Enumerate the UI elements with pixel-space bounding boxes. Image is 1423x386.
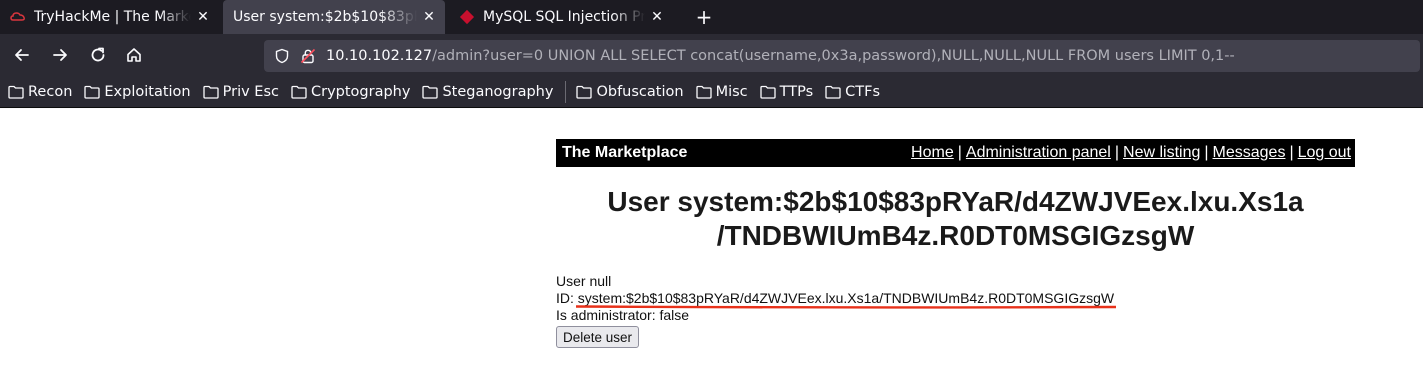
close-icon[interactable]: ✕ bbox=[195, 9, 211, 25]
nav-separator: | bbox=[957, 144, 962, 161]
nav-separator: | bbox=[1114, 144, 1120, 161]
new-tab-button[interactable]: + bbox=[687, 0, 721, 34]
site-nav: Home | Administration panel | New listing | Me… bbox=[911, 144, 1351, 162]
page-content: The Marketplace Home | Administration pane… bbox=[0, 109, 1423, 386]
folder-icon bbox=[291, 85, 307, 99]
bookmark-label: Cryptography bbox=[310, 83, 411, 100]
nav-link-home[interactable]: Home bbox=[911, 144, 954, 161]
tab-strip: TryHackMe | The Marketplace ✕ User syste… bbox=[0, 0, 1423, 34]
navigation-toolbar: 10.10.102.127/admin?user=0 UNION ALL SEL… bbox=[0, 34, 1423, 76]
bookmark-folder-ttps[interactable]: TTPs bbox=[759, 83, 814, 100]
bookmark-label: Recon bbox=[28, 83, 73, 100]
bookmark-label: Steganography bbox=[442, 83, 554, 100]
bookmark-label: Obfuscation bbox=[596, 83, 684, 100]
tryhackme-icon bbox=[10, 12, 25, 21]
user-admin-line: Is administrator: false bbox=[556, 307, 690, 323]
tab-title: TryHackMe | The Marketplace bbox=[34, 9, 191, 25]
folder-icon bbox=[8, 85, 24, 99]
nav-link-new-listing[interactable]: New listing bbox=[1123, 144, 1200, 161]
forward-arrow-icon bbox=[53, 49, 67, 61]
bookmark-folder-obfuscation[interactable]: Obfuscation bbox=[576, 83, 684, 100]
folder-icon bbox=[759, 85, 776, 99]
bookmark-folder-ctfs[interactable]: CTFs bbox=[825, 84, 880, 100]
folder-icon bbox=[422, 85, 439, 99]
nav-separator: | bbox=[1289, 144, 1294, 161]
bookmarks-separator bbox=[565, 80, 567, 103]
tab-user-system[interactable]: User system:$2b$10$83pRYaR/d4ZWJVEex.lxu… bbox=[223, 0, 445, 34]
folder-icon bbox=[825, 85, 841, 99]
diamond-icon bbox=[459, 9, 475, 25]
forward-button[interactable] bbox=[46, 41, 74, 69]
url-path: /admin?user=0 UNION ALL SELECT concat(us… bbox=[432, 48, 1235, 64]
folder-icon bbox=[202, 85, 219, 99]
nav-link-log-out[interactable]: Log out bbox=[1298, 144, 1351, 161]
reload-icon bbox=[91, 47, 105, 62]
user-id-label: ID: bbox=[556, 290, 574, 306]
page-title-line-1: User system:$2b$10$83pRYaR/d4ZWJVEex.lxu… bbox=[607, 186, 1304, 217]
folder-icon bbox=[84, 85, 101, 99]
tab-mysql-cheatsheet[interactable]: MySQL SQL Injection Practical Cheat Shee… bbox=[449, 0, 673, 34]
close-icon[interactable]: ✕ bbox=[421, 9, 437, 25]
page-title-line-2: /TNDBWIUmB4z.R0DT0MSGIGzsgW bbox=[716, 220, 1195, 251]
bookmark-label: Exploitation bbox=[104, 83, 191, 100]
folder-icon bbox=[695, 85, 712, 99]
reload-button[interactable] bbox=[84, 41, 112, 69]
home-icon bbox=[127, 48, 141, 62]
bookmark-folder-cryptography[interactable]: Cryptography bbox=[291, 84, 410, 100]
url-host: 10.10.102.127 bbox=[326, 48, 433, 64]
back-arrow-icon bbox=[15, 49, 29, 61]
bookmark-label: TTPs bbox=[779, 83, 814, 100]
bookmark-folder-misc[interactable]: Misc bbox=[695, 83, 748, 100]
bookmark-label: CTFs bbox=[845, 83, 881, 100]
bookmark-folder-steganography[interactable]: Steganography bbox=[422, 84, 553, 100]
folder-icon bbox=[576, 85, 593, 99]
nav-link-messages[interactable]: Messages bbox=[1213, 144, 1286, 161]
user-id-value: system:$2b$10$83pRYaR/d4ZWJVEex.lxu.Xs1a… bbox=[577, 290, 1115, 306]
delete-user-button[interactable]: Delete user bbox=[556, 326, 640, 348]
home-button[interactable] bbox=[120, 41, 148, 69]
back-button[interactable] bbox=[8, 41, 36, 69]
close-icon[interactable]: ✕ bbox=[649, 9, 665, 25]
nav-link-administration-panel[interactable]: Administration panel bbox=[966, 144, 1111, 161]
user-info: User null ID: system:$2b$10$83pRYaR/d4ZW… bbox=[556, 273, 1114, 324]
shield-icon bbox=[275, 48, 289, 64]
bookmark-folder-priv-esc[interactable]: Priv Esc bbox=[202, 83, 279, 100]
bookmark-label: Misc bbox=[715, 83, 748, 100]
bookmark-label: Priv Esc bbox=[222, 83, 279, 100]
insecure-lock-icon bbox=[300, 48, 316, 64]
page-title: User system:$2b$10$83pRYaR/d4ZWJVEex.lxu… bbox=[556, 185, 1355, 253]
site-header: The Marketplace Home | Administration pane… bbox=[556, 139, 1355, 167]
tab-title: User system:$2b$10$83pRYaR/d4ZWJVEex.lxu… bbox=[233, 9, 417, 25]
nav-separator: | bbox=[1204, 144, 1209, 161]
bookmark-folder-recon[interactable]: Recon bbox=[8, 84, 72, 100]
bookmark-folder-exploitation[interactable]: Exploitation bbox=[84, 83, 191, 100]
tab-title: MySQL SQL Injection Practical Cheat Shee… bbox=[483, 9, 645, 25]
user-name-line: User null bbox=[556, 273, 612, 289]
bookmarks-toolbar: Recon Exploitation Priv Esc Cryptography… bbox=[0, 76, 1423, 108]
tab-tryhackme[interactable]: TryHackMe | The Marketplace ✕ bbox=[0, 0, 219, 34]
address-bar[interactable]: 10.10.102.127/admin?user=0 UNION ALL SEL… bbox=[264, 40, 1420, 72]
annotation-underline bbox=[576, 305, 1116, 309]
site-brand: The Marketplace bbox=[562, 144, 688, 161]
